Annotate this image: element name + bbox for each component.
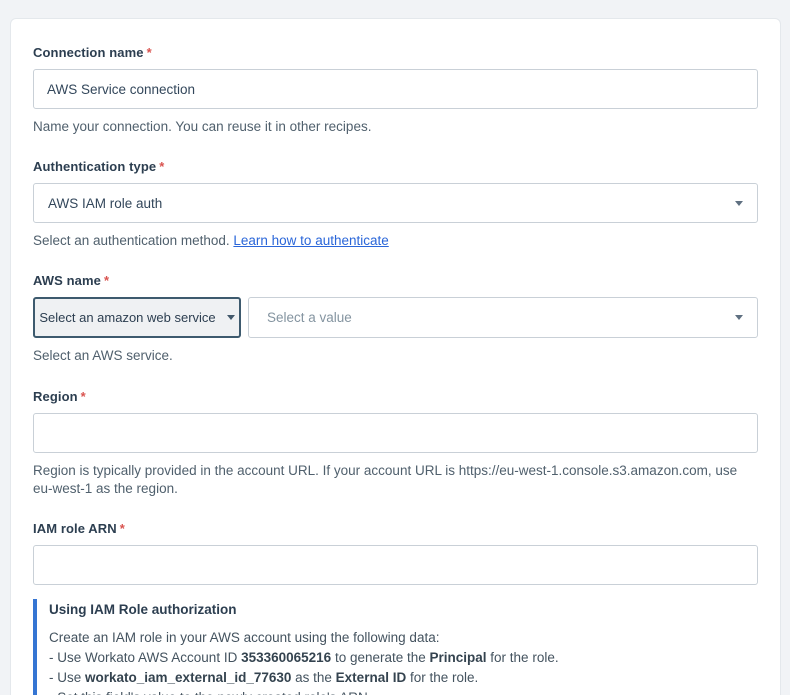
info-box-intro: Create an IAM role in your AWS account u… — [49, 630, 440, 646]
connection-settings-page: Connection name* Name your connection. Y… — [0, 0, 790, 695]
learn-how-to-authenticate-link[interactable]: Learn how to authenticate — [233, 233, 388, 248]
required-asterisk: * — [159, 159, 165, 175]
aws-name-row: Select an amazon web service Select a va… — [33, 297, 758, 339]
info-box-bullet: - Use workato_iam_external_id_77630 as t… — [49, 670, 479, 686]
field-connection-name: Connection name* Name your connection. Y… — [33, 45, 758, 136]
field-aws-name: AWS name * Select an amazon web service S… — [33, 273, 758, 365]
authentication-type-helper-text: Select an authentication method. — [33, 233, 234, 249]
field-authentication-type: Authentication type * AWS IAM role auth S… — [33, 159, 758, 250]
authentication-type-helper: Select an authentication method. Learn h… — [33, 232, 758, 250]
chevron-down-icon — [226, 315, 235, 321]
region-helper: Region is typically provided in the acco… — [33, 462, 738, 496]
iam-role-arn-label: IAM role ARN * — [33, 521, 758, 536]
field-iam-role-arn: IAM role ARN * — [33, 521, 758, 586]
aws-name-helper: Select an AWS service. — [33, 348, 173, 364]
info-box-title: Using IAM Role authorization — [49, 602, 237, 618]
connection-name-input[interactable] — [33, 69, 758, 109]
chevron-down-icon — [735, 315, 743, 321]
connection-name-label-text: Connection name — [33, 45, 144, 60]
aws-name-label-text: AWS name — [33, 273, 101, 289]
connection-name-label: Connection name * — [33, 45, 758, 60]
aws-name-label: AWS name * — [33, 273, 758, 288]
authentication-type-value: AWS IAM role auth — [48, 195, 163, 211]
field-region: Region * Region is typically provided in … — [33, 389, 758, 498]
aws-service-picker-button[interactable]: Select an amazon web service — [33, 297, 241, 339]
required-asterisk: * — [103, 273, 110, 289]
aws-name-value-placeholder: Select a value — [267, 310, 352, 326]
chevron-down-icon — [735, 200, 743, 206]
iam-role-arn-input[interactable] — [33, 545, 758, 586]
authentication-type-select[interactable]: AWS IAM role auth — [33, 183, 758, 224]
info-box-bullet: - Set this field's value to the newly cr… — [49, 688, 758, 695]
aws-name-value-select[interactable]: Select a value — [248, 297, 758, 339]
required-asterisk: * — [119, 521, 125, 537]
connection-name-helper: Name your connection. You can reuse it i… — [33, 119, 372, 134]
required-asterisk: * — [146, 45, 152, 60]
authentication-type-label-text: Authentication type — [33, 159, 157, 175]
authentication-type-label: Authentication type * — [33, 159, 758, 174]
required-asterisk: * — [80, 388, 86, 404]
iam-role-info-box: Using IAM Role authorization Create an I… — [33, 599, 758, 695]
info-box-bullet: - Use Workato AWS Account ID 35336006521… — [49, 650, 559, 666]
connection-form-card: Connection name* Name your connection. Y… — [10, 18, 781, 695]
iam-role-arn-label-text: IAM role ARN — [33, 521, 117, 537]
region-label: Region * — [33, 389, 758, 404]
region-input[interactable] — [33, 412, 758, 453]
region-label-text: Region — [33, 388, 78, 404]
aws-service-picker-label: Select an amazon web service — [39, 310, 216, 326]
